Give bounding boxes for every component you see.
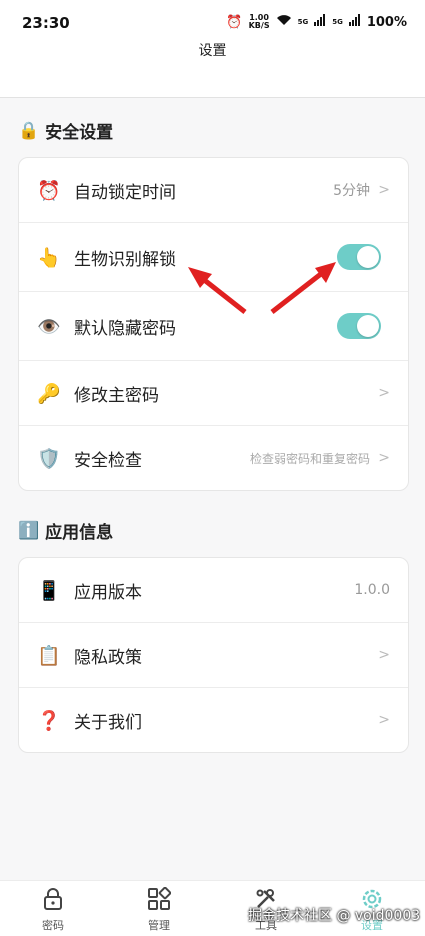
tab-passwords[interactable]: 密码 — [23, 887, 83, 933]
grid-icon — [148, 886, 172, 910]
tab-manage[interactable]: 管理 — [129, 886, 189, 933]
lock-icon — [44, 888, 62, 910]
tab-label: 管理 — [148, 919, 170, 932]
watermark: 掘金技术社区 @ void0003 — [248, 908, 421, 924]
annotation-arrows — [188, 262, 336, 314]
tab-label: 密码 — [42, 919, 64, 932]
arrow-to-label — [188, 267, 247, 314]
arrow-to-toggle — [270, 262, 336, 314]
